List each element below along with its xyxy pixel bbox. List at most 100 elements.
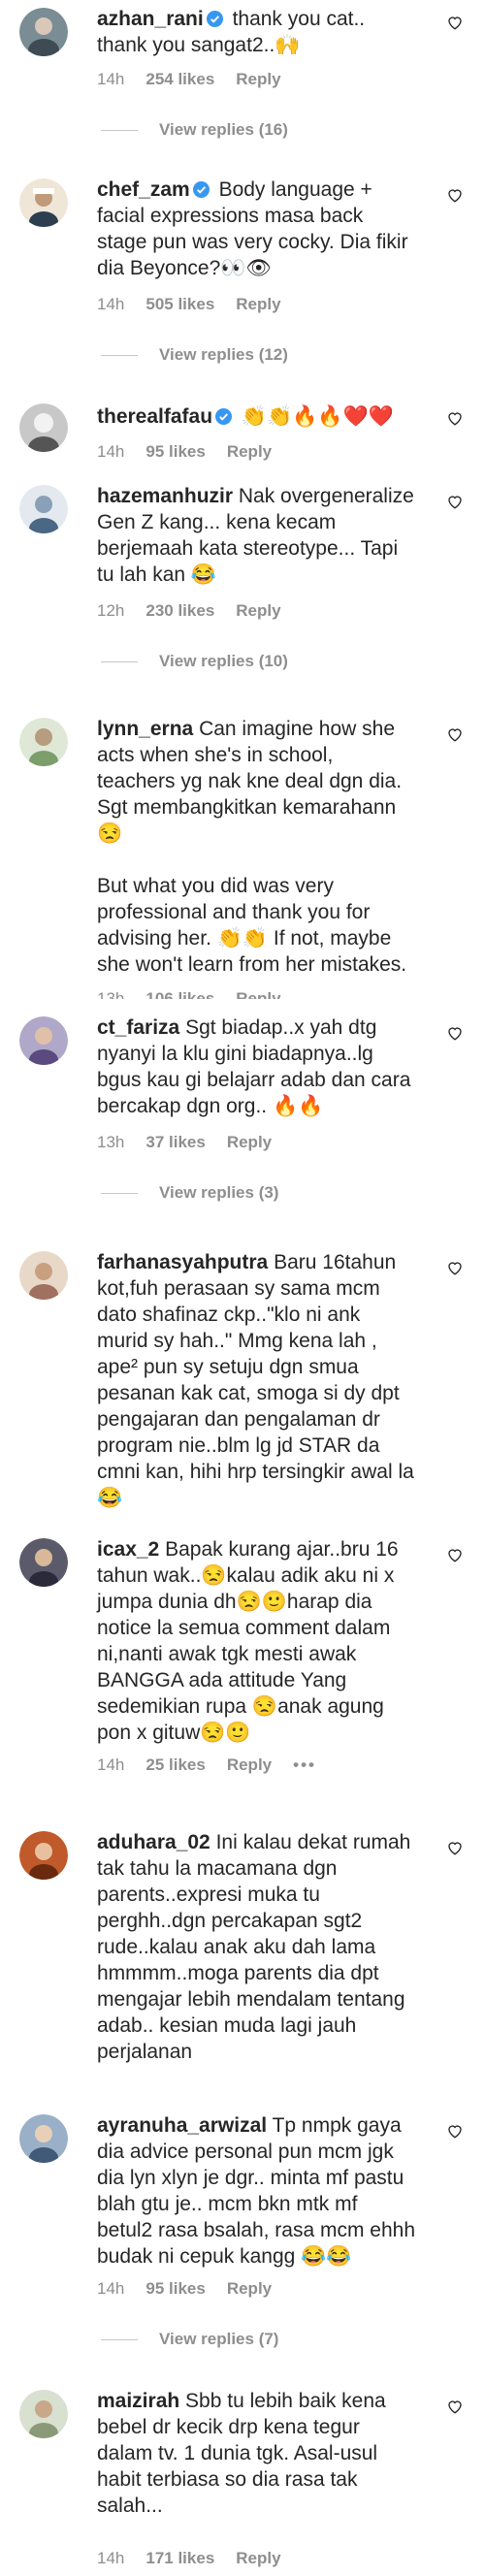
- likes-count[interactable]: 254 likes: [146, 70, 214, 88]
- avatar[interactable]: [19, 718, 68, 766]
- view-replies-button[interactable]: View replies (7): [101, 2330, 278, 2349]
- likes-count[interactable]: 25 likes: [146, 1755, 205, 1774]
- avatar[interactable]: [19, 403, 68, 452]
- verified-badge-icon: [215, 408, 233, 425]
- reply-button[interactable]: Reply: [227, 1133, 272, 1151]
- comment-body: lynn_erna Can imagine how she acts when …: [97, 716, 438, 978]
- avatar[interactable]: [19, 1538, 68, 1587]
- username[interactable]: lynn_erna: [97, 718, 193, 740]
- comment-time: 13h: [97, 989, 125, 999]
- comment-time: 14h: [97, 1755, 125, 1774]
- avatar[interactable]: [19, 178, 68, 227]
- likes-count[interactable]: 95 likes: [146, 2279, 205, 2298]
- username[interactable]: azhan_rani: [97, 8, 204, 30]
- avatar[interactable]: [19, 485, 68, 533]
- likes-count[interactable]: 171 likes: [146, 2549, 214, 2567]
- view-replies-button[interactable]: View replies (16): [101, 120, 288, 140]
- like-heart-icon[interactable]: [446, 1839, 464, 1856]
- avatar[interactable]: [19, 1016, 68, 1065]
- likes-count[interactable]: 230 likes: [146, 601, 214, 620]
- likes-count[interactable]: 95 likes: [146, 442, 205, 461]
- avatar[interactable]: [19, 8, 68, 56]
- reply-button[interactable]: Reply: [236, 2549, 280, 2567]
- view-replies-label: View replies (10): [159, 652, 288, 670]
- comment-text: Baru 16tahun kot,fuh perasaan sy sama mc…: [97, 1251, 414, 1509]
- likes-count[interactable]: 505 likes: [146, 295, 214, 313]
- comment-time: 14h: [97, 2279, 125, 2298]
- comment-body: hazemanhuzir Nak overgeneralize Gen Z ka…: [97, 483, 438, 588]
- like-heart-icon[interactable]: [446, 1546, 464, 1563]
- view-replies-button[interactable]: View replies (12): [101, 345, 288, 365]
- comment-body: icax_2 Bapak kurang ajar..bru 16 tahun w…: [97, 1536, 438, 1746]
- reply-button[interactable]: Reply: [236, 989, 280, 999]
- username[interactable]: ct_fariza: [97, 1016, 179, 1039]
- comment-text: Ini kalau dekat rumah tak tahu la macama…: [97, 1831, 411, 2063]
- comment-time: 14h: [97, 70, 125, 88]
- comment-time: 14h: [97, 2549, 125, 2567]
- reply-button[interactable]: Reply: [236, 295, 280, 313]
- username[interactable]: maizirah: [97, 2390, 179, 2412]
- view-replies-label: View replies (7): [159, 2330, 279, 2348]
- comment-body: aduhara_02 Ini kalau dekat rumah tak tah…: [97, 1829, 438, 2065]
- comment-body: maizirah Sbb tu lebih baik kena bebel dr…: [97, 2388, 438, 2519]
- view-replies-label: View replies (16): [159, 120, 288, 139]
- avatar[interactable]: [19, 2114, 68, 2163]
- comment-body: therealfafau 👏👏🔥🔥❤️❤️: [97, 403, 438, 430]
- like-heart-icon[interactable]: [446, 186, 464, 204]
- comment-meta: 14h 254 likes Reply: [97, 70, 303, 89]
- like-heart-icon[interactable]: [446, 493, 464, 510]
- reply-button[interactable]: Reply: [227, 442, 272, 461]
- like-heart-icon[interactable]: [446, 2398, 464, 2415]
- divider: [101, 1193, 138, 1195]
- comment-body: chef_zam Body language + facial expressi…: [97, 177, 438, 281]
- comment-text: Bapak kurang ajar..bru 16 tahun wak..😒ka…: [97, 1538, 399, 1744]
- like-heart-icon[interactable]: [446, 14, 464, 31]
- comment-meta: 13h 106 likes Reply: [97, 989, 303, 999]
- comment-text: 👏👏🔥🔥❤️❤️: [241, 405, 394, 428]
- comment-meta: 14h 171 likes Reply: [97, 2549, 303, 2568]
- reply-button[interactable]: Reply: [236, 70, 280, 88]
- reply-button[interactable]: Reply: [227, 1755, 272, 1774]
- reply-button[interactable]: Reply: [236, 601, 280, 620]
- more-options-icon[interactable]: •••: [293, 1755, 316, 1774]
- comment-meta: 14h 25 likes Reply •••: [97, 1755, 338, 1775]
- comment-time: 13h: [97, 1133, 125, 1151]
- divider: [101, 2339, 138, 2341]
- avatar[interactable]: [19, 2390, 68, 2438]
- view-replies-label: View replies (3): [159, 1183, 279, 1202]
- username[interactable]: farhanasyahputra: [97, 1251, 268, 1273]
- comment-time: 12h: [97, 601, 125, 620]
- like-heart-icon[interactable]: [446, 1259, 464, 1276]
- comment-time: 14h: [97, 295, 125, 313]
- view-replies-button[interactable]: View replies (10): [101, 652, 288, 671]
- likes-count[interactable]: 106 likes: [146, 989, 214, 999]
- comment-body: farhanasyahputra Baru 16tahun kot,fuh pe…: [97, 1249, 438, 1511]
- username[interactable]: hazemanhuzir: [97, 485, 233, 507]
- avatar[interactable]: [19, 1831, 68, 1880]
- comment-time: 14h: [97, 442, 125, 461]
- verified-badge-icon: [192, 181, 210, 198]
- likes-count[interactable]: 37 likes: [146, 1133, 205, 1151]
- view-replies-label: View replies (12): [159, 345, 288, 364]
- comment-body: ct_fariza Sgt biadap..x yah dtg nyanyi l…: [97, 1014, 438, 1119]
- username[interactable]: aduhara_02: [97, 1831, 210, 1853]
- comment-text: Can imagine how she acts when she's in s…: [97, 718, 407, 976]
- comment-body: azhan_rani thank you cat.. thank you san…: [97, 6, 438, 58]
- username[interactable]: chef_zam: [97, 178, 190, 201]
- verified-badge-icon: [206, 11, 223, 27]
- view-replies-button[interactable]: View replies (3): [101, 1183, 278, 1203]
- like-heart-icon[interactable]: [446, 725, 464, 743]
- comment-text: Tp nmpk gaya dia advice personal pun mcm…: [97, 2114, 416, 2268]
- like-heart-icon[interactable]: [446, 1024, 464, 1042]
- divider: [101, 130, 138, 132]
- username[interactable]: therealfafau: [97, 405, 212, 428]
- comment-meta: 14h 505 likes Reply: [97, 295, 303, 314]
- like-heart-icon[interactable]: [446, 2122, 464, 2140]
- username[interactable]: ayranuha_arwizal: [97, 2114, 267, 2137]
- reply-button[interactable]: Reply: [227, 2279, 272, 2298]
- comment-meta: 13h 37 likes Reply: [97, 1133, 293, 1152]
- like-heart-icon[interactable]: [446, 409, 464, 427]
- comment-body: ayranuha_arwizal Tp nmpk gaya dia advice…: [97, 2112, 438, 2270]
- avatar[interactable]: [19, 1251, 68, 1300]
- username[interactable]: icax_2: [97, 1538, 159, 1561]
